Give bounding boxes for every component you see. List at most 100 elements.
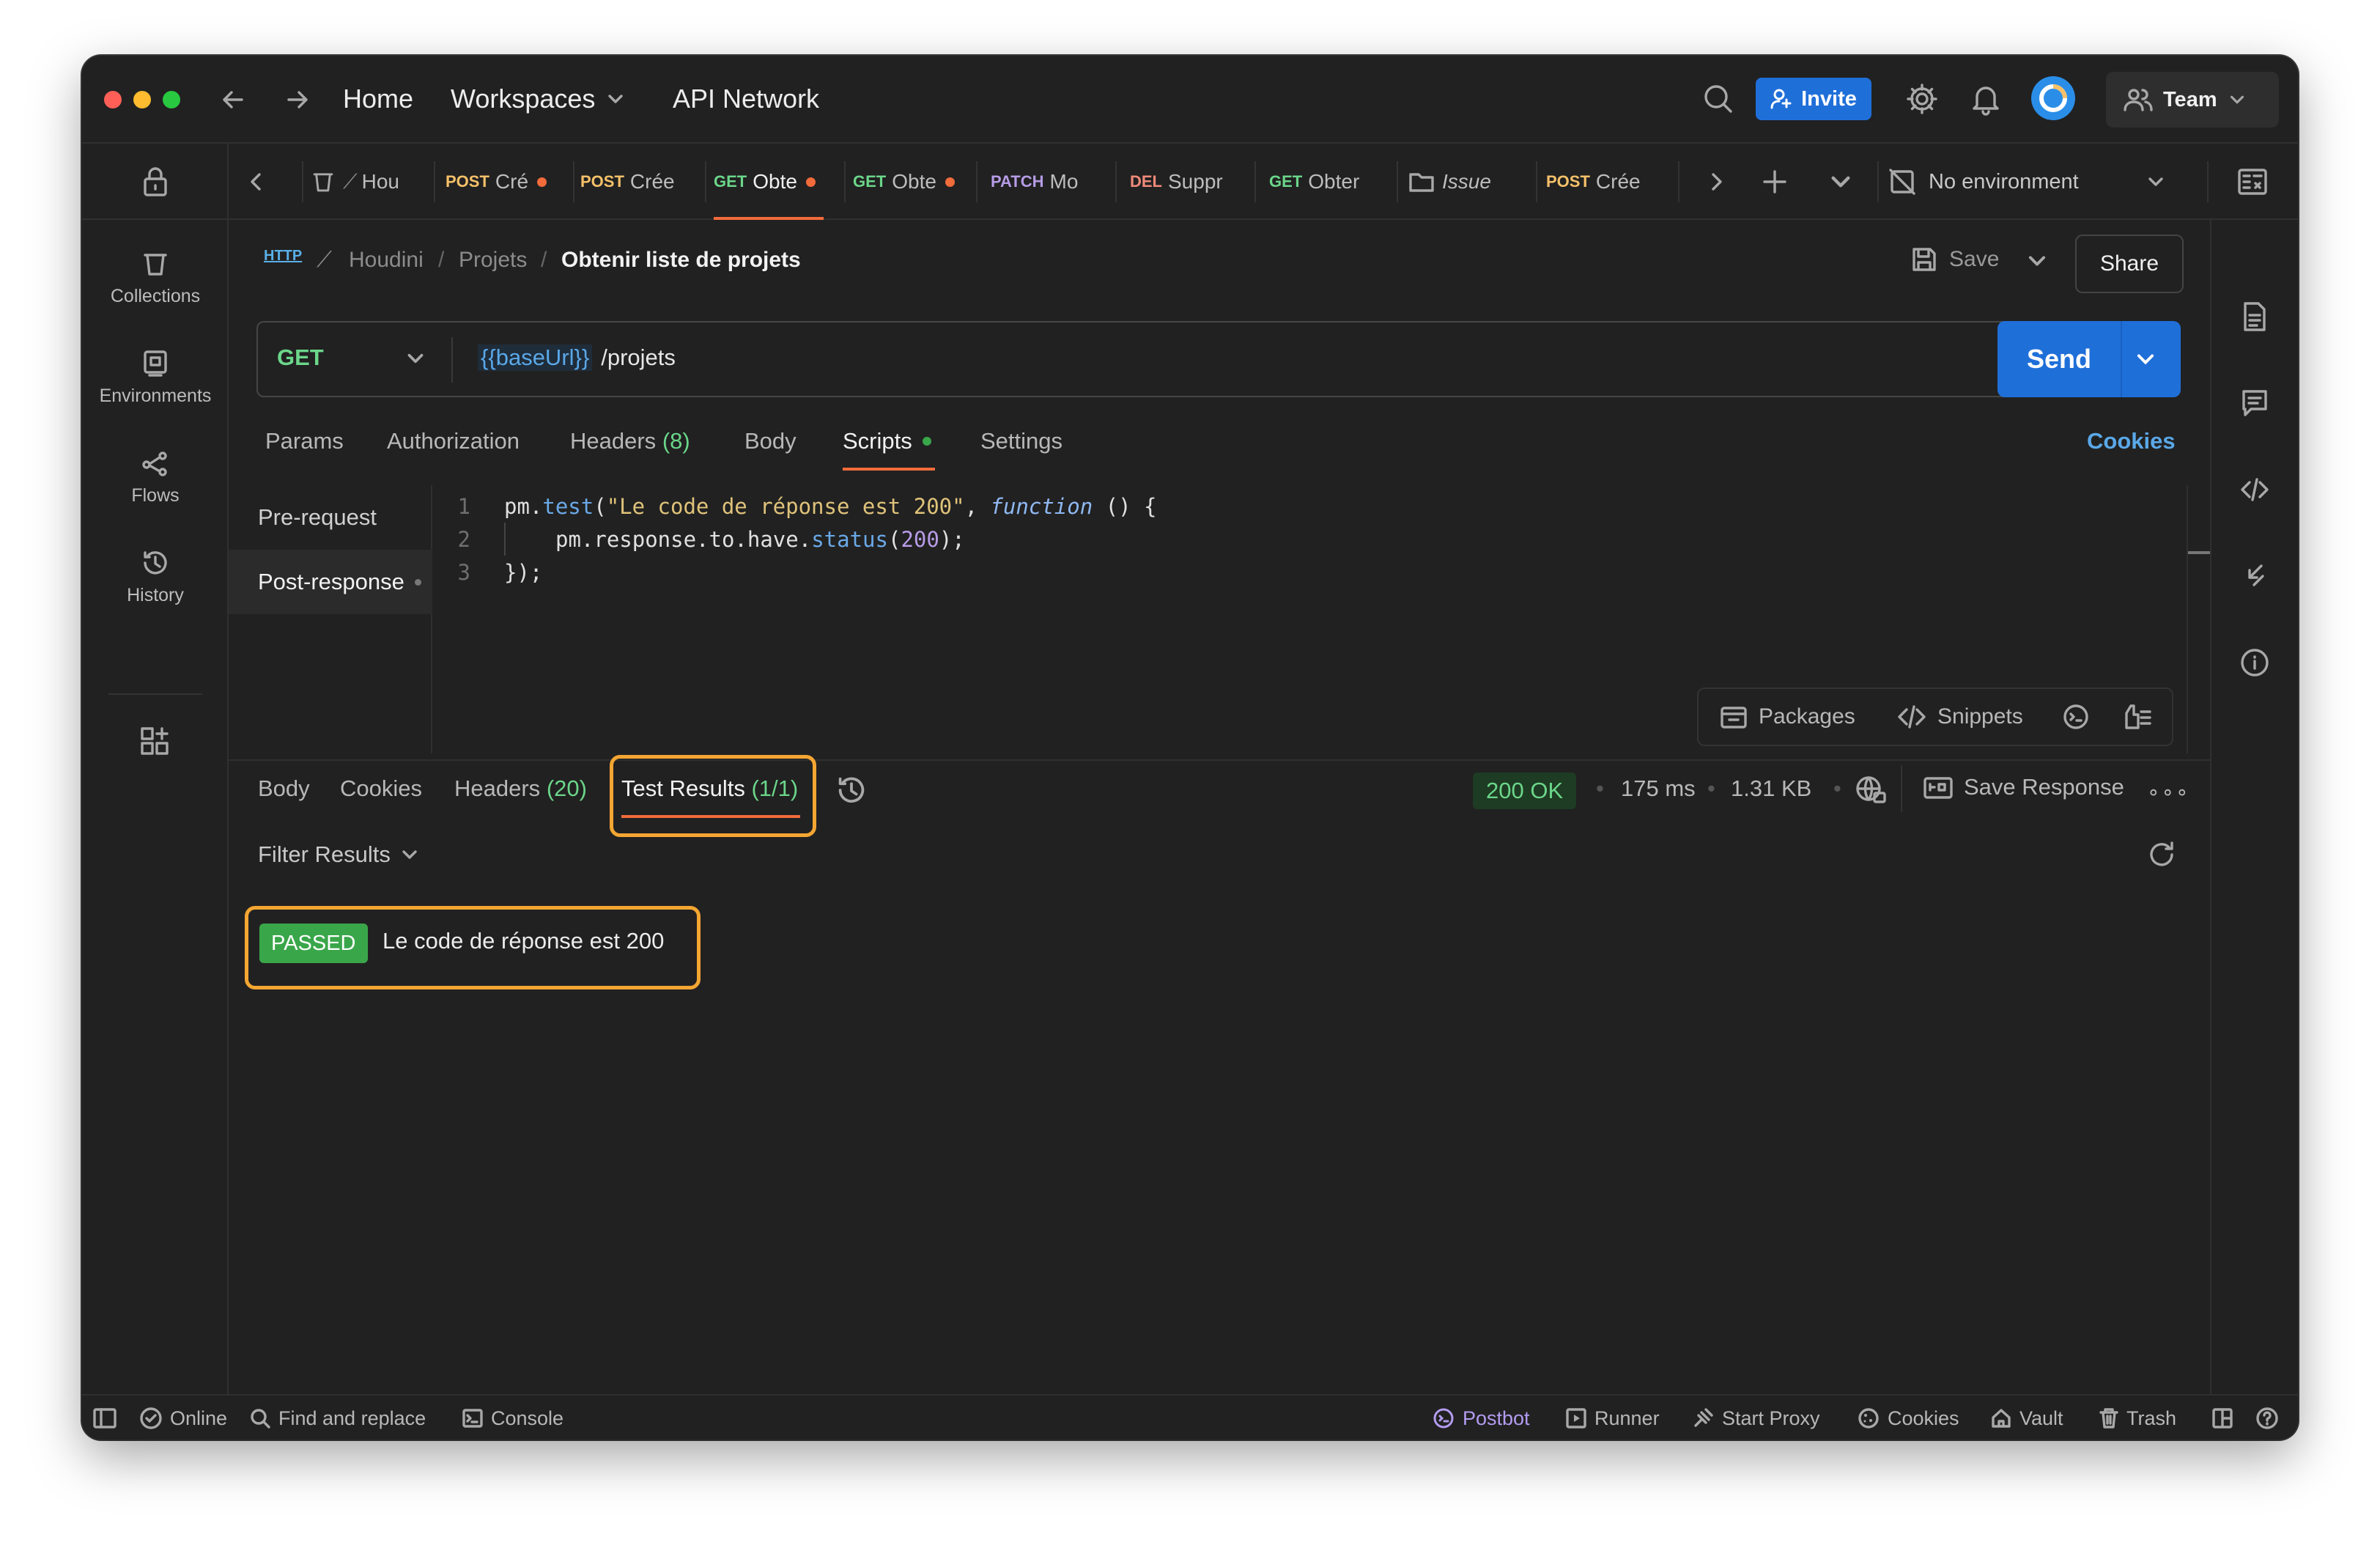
breadcrumb-folder[interactable]: Projets	[459, 248, 527, 273]
more-options-icon[interactable]: ∘∘∘	[2147, 780, 2190, 804]
apps-grid-icon[interactable]	[139, 726, 171, 758]
save-options-chevron-icon[interactable]	[2025, 249, 2049, 273]
comments-icon[interactable]	[2239, 387, 2270, 419]
packages-button[interactable]: Packages	[1719, 689, 1855, 745]
tab-request[interactable]: POST Crée	[580, 144, 698, 220]
line-number: 1	[457, 493, 470, 519]
info-icon[interactable]	[2239, 646, 2270, 679]
close-window-button[interactable]	[104, 91, 122, 108]
send-button[interactable]: Send	[1998, 321, 2121, 397]
invite-button[interactable]: Invite	[1756, 78, 1871, 120]
back-arrow-icon[interactable]	[218, 85, 248, 114]
team-switcher[interactable]: Team	[2106, 72, 2279, 128]
tab-authorization[interactable]: Authorization	[387, 428, 520, 454]
tab-headers[interactable]: Headers (8)	[570, 428, 690, 454]
code-token: ,	[964, 493, 991, 519]
tab-request[interactable]: GET Obter	[1269, 144, 1394, 220]
runner-button[interactable]: Runner	[1565, 1396, 1660, 1440]
tab-request[interactable]: ⟋ Hou	[311, 144, 426, 220]
status-badge[interactable]: 200 OK	[1473, 773, 1577, 809]
search-icon[interactable]	[1701, 82, 1735, 116]
pre-request-tab[interactable]: Pre-request	[229, 485, 432, 550]
tab-request[interactable]: POST Crée	[1546, 144, 1671, 220]
http-icon: HTTP	[264, 248, 302, 265]
snippets-button[interactable]: Snippets	[1896, 689, 2023, 745]
documentation-icon[interactable]	[2239, 301, 2270, 333]
chevron-right-icon[interactable]	[1703, 169, 1729, 195]
save-button[interactable]: Save	[1910, 245, 1999, 274]
environment-selector[interactable]: No environment	[1888, 161, 2166, 202]
nav-api-network[interactable]: API Network	[673, 84, 819, 114]
chevron-down-icon[interactable]	[404, 347, 426, 369]
response-time[interactable]: 175 ms	[1621, 775, 1696, 802]
sidebar-item-environments[interactable]: Environments	[82, 349, 229, 407]
code-icon[interactable]	[2239, 473, 2270, 506]
chevron-left-icon[interactable]	[243, 169, 270, 195]
save-response-button[interactable]: Save Response	[1923, 774, 2124, 800]
tab-request[interactable]: PATCH Mo	[991, 144, 1115, 220]
breadcrumb-collection[interactable]: Houdini	[349, 248, 424, 273]
new-tab-plus-icon[interactable]	[1760, 167, 1789, 196]
vault-button[interactable]: Vault	[1990, 1396, 2063, 1440]
forward-arrow-icon[interactable]	[283, 85, 312, 114]
response-size[interactable]: 1.31 KB	[1731, 775, 1811, 802]
response-tab-headers[interactable]: Headers (20)	[454, 775, 587, 802]
layout-toggle-icon[interactable]	[2211, 1396, 2233, 1440]
tab-scripts[interactable]: Scripts	[843, 428, 931, 454]
tab-folder[interactable]: Issue	[1408, 144, 1533, 220]
avatar[interactable]	[2031, 76, 2075, 120]
sidebar-item-label: Collections	[110, 286, 201, 306]
tab-method: POST	[580, 172, 624, 191]
tab-body[interactable]: Body	[744, 428, 797, 454]
tab-settings[interactable]: Settings	[980, 428, 1062, 454]
cookies-link[interactable]: Cookies	[2087, 428, 2176, 454]
nav-home[interactable]: Home	[343, 84, 413, 114]
tab-params[interactable]: Params	[265, 428, 344, 454]
share-button[interactable]: Share	[2075, 235, 2184, 293]
network-globe-icon[interactable]	[1854, 773, 1888, 806]
trash-button[interactable]: Trash	[2099, 1396, 2176, 1440]
send-options-chevron-icon[interactable]	[2134, 347, 2157, 371]
indent-guide	[504, 523, 506, 556]
nav-workspaces[interactable]: Workspaces	[451, 84, 626, 114]
minimize-window-button[interactable]	[133, 91, 151, 108]
script-editor[interactable]: 1 pm. test("Le code de réponse est 200", …	[441, 490, 2185, 589]
post-response-tab[interactable]: Post-response	[229, 550, 432, 614]
settings-gear-icon[interactable]	[1905, 82, 1939, 116]
related-collections-icon[interactable]	[2239, 560, 2270, 592]
find-replace-button[interactable]: Find and replace	[249, 1396, 426, 1440]
help-icon[interactable]	[2255, 1396, 2279, 1440]
postbot-assist-icon[interactable]	[2061, 689, 2091, 745]
environment-quicklook-icon[interactable]	[2236, 166, 2269, 198]
sidebar-item-collections[interactable]: Collections	[82, 249, 229, 307]
editor-scrollbar-track[interactable]	[2187, 485, 2188, 753]
filter-results-dropdown[interactable]: Filter Results	[258, 841, 420, 868]
response-tab-body[interactable]: Body	[258, 775, 310, 802]
response-history-icon[interactable]	[835, 774, 868, 806]
page-title[interactable]: Obtenir liste de projets	[561, 248, 801, 273]
tab-request[interactable]: DEL Suppr	[1130, 144, 1254, 220]
maximize-window-button[interactable]	[163, 91, 180, 108]
refresh-icon[interactable]	[2146, 838, 2178, 871]
workspace-lock[interactable]	[82, 144, 229, 220]
sidebar-item-flows[interactable]: Flows	[82, 449, 229, 506]
toggle-sidebar-icon[interactable]	[92, 1396, 117, 1440]
tab-label: Hou	[361, 170, 399, 193]
tabs-dropdown-chevron-icon[interactable]	[1828, 169, 1854, 195]
tab-request[interactable]: POST Cré	[446, 144, 563, 220]
code-token: });	[504, 559, 543, 585]
console-button[interactable]: Console	[462, 1396, 563, 1440]
method-select[interactable]: GET	[277, 344, 324, 371]
response-tab-cookies[interactable]: Cookies	[340, 775, 422, 802]
format-code-icon[interactable]	[2122, 689, 2153, 745]
sidebar-item-history[interactable]: History	[82, 548, 229, 606]
notifications-bell-icon[interactable]	[1970, 82, 2002, 116]
tab-active-request[interactable]: GET Obte	[714, 144, 838, 220]
start-proxy-button[interactable]: Start Proxy	[1691, 1396, 1820, 1440]
tab-request[interactable]: GET Obte	[853, 144, 970, 220]
url-input[interactable]: {{baseUrl}} /projets	[478, 344, 676, 371]
code-token: pm.	[504, 493, 543, 519]
postbot-button[interactable]: Postbot	[1432, 1396, 1530, 1440]
cookies-button[interactable]: Cookies	[1857, 1396, 1959, 1440]
online-status[interactable]: Online	[139, 1396, 227, 1440]
